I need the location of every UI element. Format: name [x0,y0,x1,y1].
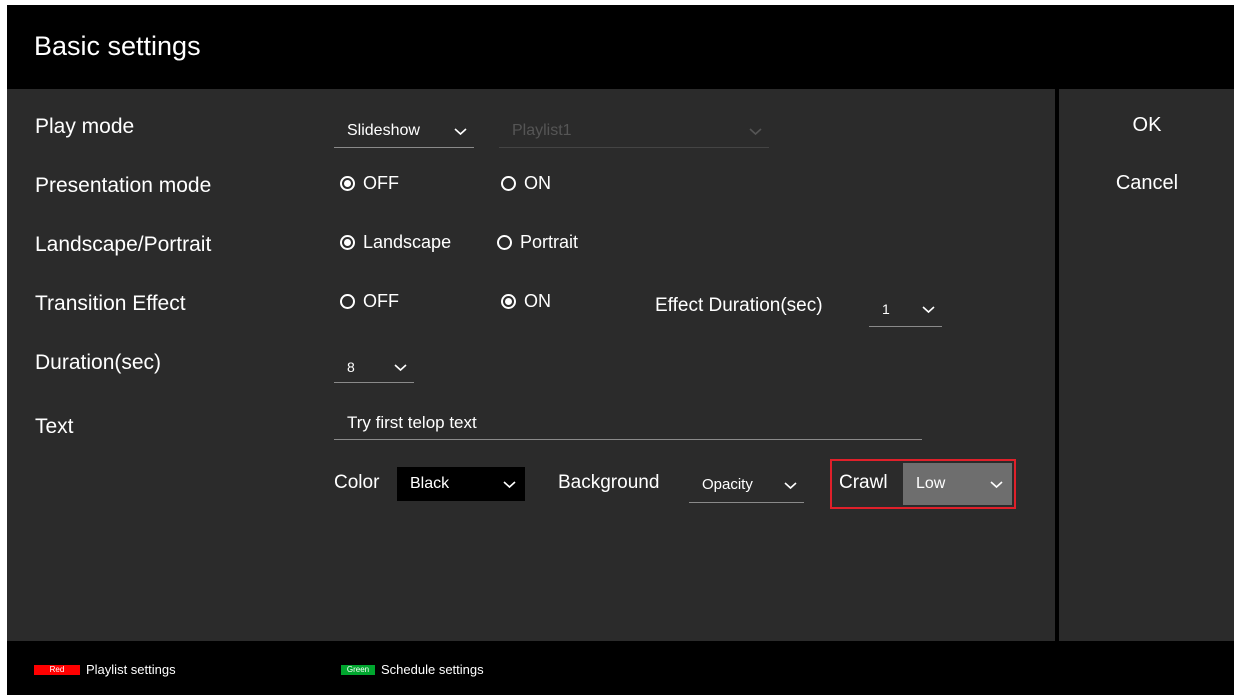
radio-label: ON [524,173,551,193]
transition-on-radio[interactable]: ON [501,291,551,312]
chevron-down-icon [749,128,762,136]
chevron-down-icon [454,128,467,136]
cancel-button[interactable]: Cancel [1092,172,1202,195]
red-key-badge: Red [34,664,80,675]
chevron-down-icon [503,481,516,489]
landscape-radio[interactable]: Landscape [340,232,451,253]
play-mode-value: Slideshow [347,122,420,139]
radio-label: OFF [363,173,399,193]
ok-button[interactable]: OK [1092,114,1202,137]
play-mode-label: Play mode [35,115,135,138]
effect-duration-value: 1 [882,300,890,317]
playlist-settings-label: Playlist settings [86,662,176,677]
crawl-value: Low [916,475,946,492]
duration-value: 8 [347,358,355,375]
radio-unselected-icon [340,294,355,309]
radio-label: Landscape [363,232,452,252]
radio-label: Portrait [520,232,579,252]
green-key-badge: Green [341,664,375,675]
chevron-down-icon [922,305,935,313]
duration-label: Duration(sec) [35,351,162,374]
schedule-settings-label: Schedule settings [381,662,484,677]
presentation-mode-label: Presentation mode [35,174,212,197]
presentation-mode-on-radio[interactable]: ON [501,173,551,194]
page-title: Basic settings [34,31,201,61]
playlist-value: Playlist1 [512,122,572,139]
chevron-down-icon [394,363,407,371]
schedule-settings-hint[interactable]: Green Schedule settings [341,662,484,677]
radio-selected-icon [340,176,355,191]
color-label: Color [334,472,380,493]
background-value: Opacity [702,476,753,493]
orientation-label: Landscape/Portrait [35,233,212,256]
radio-selected-icon [501,294,516,309]
radio-label: OFF [363,291,399,311]
title-bar: Basic settings [7,5,1234,89]
radio-label: ON [524,291,551,311]
duration-dropdown[interactable]: 8 [334,351,414,383]
playlist-settings-hint[interactable]: Red Playlist settings [34,662,176,677]
portrait-radio[interactable]: Portrait [497,232,578,253]
radio-unselected-icon [501,176,516,191]
presentation-mode-off-radio[interactable]: OFF [340,173,399,194]
radio-unselected-icon [497,235,512,250]
play-mode-dropdown[interactable]: Slideshow [334,115,474,148]
text-label: Text [35,415,74,438]
chevron-down-icon [784,481,797,489]
settings-screen: Basic settings Play mode Slideshow Playl… [7,5,1234,695]
transition-effect-label: Transition Effect [35,292,186,315]
background-dropdown[interactable]: Opacity [689,467,804,503]
transition-off-radio[interactable]: OFF [340,291,399,312]
playlist-dropdown[interactable]: Playlist1 [499,115,769,148]
color-select[interactable]: Black [397,467,525,501]
telop-text-input[interactable]: Try first telop text [334,410,922,440]
chevron-down-icon [990,481,1003,489]
background-label: Background [558,472,660,493]
crawl-select[interactable]: Low [903,463,1012,505]
effect-duration-dropdown[interactable]: 1 [869,291,942,327]
crawl-label: Crawl [839,472,888,493]
radio-selected-icon [340,235,355,250]
color-value: Black [410,475,450,492]
footer-bar: Red Playlist settings Green Schedule set… [7,641,1234,695]
panel-divider [1055,89,1059,641]
effect-duration-label: Effect Duration(sec) [655,295,823,316]
